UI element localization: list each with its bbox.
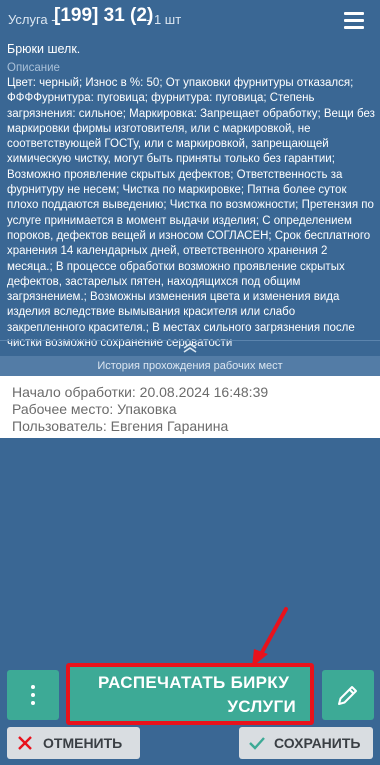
history-start: Начало обработки: 20.08.2024 16:48:39 [12,384,269,400]
service-quantity: - 1 шт [146,12,182,27]
red-arrow-annotation [246,606,296,668]
vertical-dots-icon [31,685,35,705]
item-title: Брюки шелк. [7,42,81,56]
service-prefix: Услуга - [8,12,56,27]
save-button[interactable]: СОХРАНИТЬ [239,727,373,759]
edit-button[interactable] [322,670,374,720]
checkmark-icon [249,737,265,750]
pencil-icon [338,686,357,705]
history-header[interactable]: История прохождения рабочих мест [0,356,380,376]
service-code: [199] 31 (2) [54,5,154,26]
print-tag-label-line2: УСЛУГИ [227,697,296,716]
cancel-label: ОТМЕНИТЬ [43,735,123,751]
description-text: Цвет: черный; Износ в %: 50; От упаковки… [7,77,375,350]
print-tag-button[interactable]: РАСПЕЧАТАТЬ БИРКУ УСЛУГИ [66,663,314,725]
history-user: Пользователь: Евгения Гаранина [12,418,229,434]
hamburger-menu-icon[interactable] [344,12,364,30]
chevron-double-up-icon[interactable] [180,341,200,355]
history-workplace: Рабочее место: Упаковка [12,401,177,417]
cancel-button[interactable]: ОТМЕНИТЬ [7,727,140,759]
close-icon [18,736,32,750]
print-tag-label-line1: РАСПЕЧАТАТЬ БИРКУ [98,673,290,692]
history-card: Начало обработки: 20.08.2024 16:48:39 Ра… [0,376,380,438]
save-label: СОХРАНИТЬ [274,735,361,751]
description-label: Описание [7,62,60,74]
app-header: Услуга - [199] 31 (2) - 1 шт [0,0,380,38]
more-options-button[interactable] [7,670,59,720]
